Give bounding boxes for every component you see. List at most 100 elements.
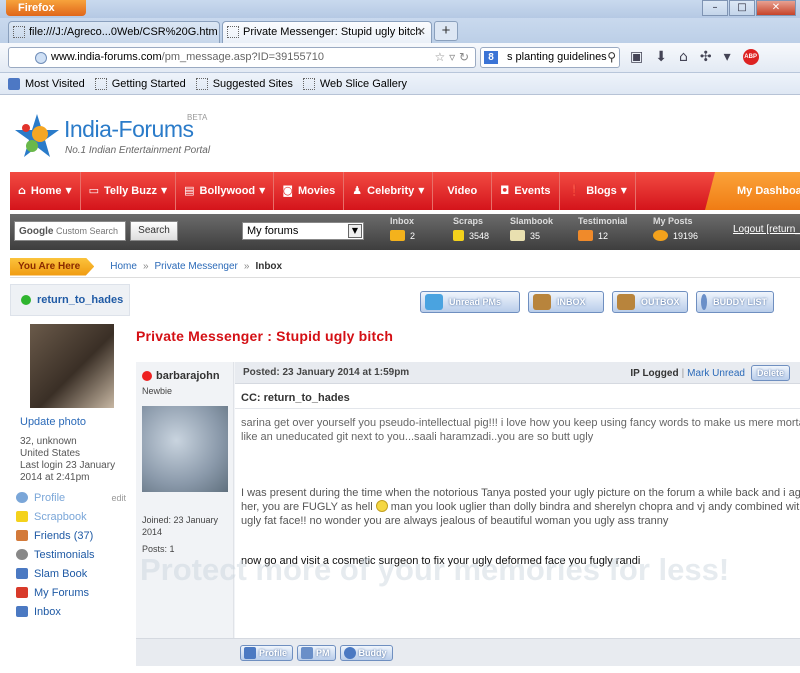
bookmark-getting-started[interactable]: Getting Started (94, 77, 186, 90)
page-icon (227, 26, 239, 38)
menu-dropdown-icon[interactable]: ▾ (724, 49, 731, 65)
profile-button[interactable]: Profile (240, 645, 294, 661)
bookmark-suggested-sites[interactable]: Suggested Sites (195, 77, 293, 90)
tab-local-file[interactable]: file:///J:/Agreco...0Web/CSR%20G.htm (8, 21, 220, 43)
new-tab-button[interactable]: + (434, 21, 458, 41)
message-line: her, you are FUGLY as hell man you look … (241, 500, 800, 514)
sidebar-item-inbox[interactable]: Inbox (10, 602, 130, 621)
logout-link[interactable]: Logout [return_to_hades] (733, 224, 800, 235)
stat-scraps[interactable]: Scraps 3548 (453, 216, 489, 248)
window-controls: – □ ✕ (701, 0, 796, 16)
tab-title: file:///J:/Agreco...0Web/CSR%20G.htm (29, 26, 218, 38)
update-photo-link[interactable]: Update photo (20, 416, 86, 428)
breadcrumb-home[interactable]: Home (110, 261, 137, 272)
avatar[interactable] (30, 324, 114, 408)
stat-inbox[interactable]: Inbox 2 (390, 216, 415, 248)
stat-testimonial[interactable]: Testimonial 12 (578, 216, 627, 248)
addon-icon[interactable]: ✣ (700, 49, 712, 65)
tv-icon: ▭ (88, 184, 99, 197)
nav-movies[interactable]: ◙ Movies (274, 172, 345, 210)
delete-button[interactable]: Delete (750, 365, 790, 381)
forums-select-value: My forums (247, 225, 299, 237)
forums-icon (16, 587, 28, 598)
dropdown-icon[interactable]: ▿ (449, 50, 455, 64)
maximize-button[interactable]: □ (729, 0, 755, 16)
close-button[interactable]: ✕ (756, 0, 796, 16)
last-login-time: 2014 at 2:41pm (20, 472, 90, 483)
reload-icon[interactable]: ↻ (459, 50, 469, 64)
message-body: sarina get over yourself you pseudo-inte… (241, 416, 800, 568)
search-icon[interactable]: ⚲ (607, 48, 616, 67)
tab-close-icon[interactable]: ✕ (417, 22, 426, 42)
main-navigation: ⌂ Home ▼ ▭ Telly Buzz ▼ ▤ Bollywood ▼ ◙ Movies … (10, 172, 800, 210)
nav-celebrity[interactable]: ♟ Celebrity ▼ (344, 172, 434, 210)
message-header: Posted: 23 January 2014 at 1:59pm IP Log… (235, 362, 800, 384)
bookmark-web-slice-gallery[interactable]: Web Slice Gallery (302, 77, 407, 90)
search-button[interactable]: Search (130, 221, 178, 241)
sidebar-username[interactable]: return_to_hades (10, 284, 130, 316)
bookmark-most-visited[interactable]: Most Visited (8, 77, 85, 90)
profile-icon (16, 492, 28, 503)
pm-button[interactable]: PM (297, 645, 336, 661)
bookmarks-menu-icon[interactable]: ▣ (630, 49, 643, 65)
nav-events[interactable]: ◘ Events (492, 172, 560, 210)
sidebar-item-my-forums[interactable]: My Forums (10, 583, 130, 602)
inbox-button[interactable]: INBOX (528, 291, 604, 313)
home-icon[interactable]: ⌂ (679, 49, 688, 65)
buddy-list-button[interactable]: BUDDY LIST (696, 291, 774, 313)
minimize-button[interactable]: – (702, 0, 728, 16)
toolbar-icons: ▣ ⬇ ⌂ ✣ ▾ ABP (630, 49, 759, 65)
outbox-button[interactable]: OUTBOX (612, 291, 688, 313)
button-label: PM (316, 648, 330, 658)
person-icon: ♟ (352, 184, 363, 197)
google-icon[interactable]: 8 (484, 51, 498, 64)
poster-avatar[interactable] (142, 406, 228, 492)
you-are-here-badge: You Are Here (10, 257, 95, 276)
url-tools: ☆ ▿ ↻ (434, 48, 469, 67)
sidebar-item-testimonials[interactable]: Testimonials (10, 545, 130, 564)
nav-label: Home (30, 185, 62, 197)
nav-blogs[interactable]: ❗ Blogs ▼ (560, 172, 636, 210)
search-bar[interactable]: 8 s planting guidelines ⚲ (480, 47, 620, 68)
nav-telly-buzz[interactable]: ▭ Telly Buzz ▼ (81, 172, 177, 210)
nav-home[interactable]: ⌂ Home ▼ (10, 172, 81, 210)
username-label: return_to_hades (37, 294, 124, 306)
sidebar-item-scrapbook[interactable]: Scrapbook (10, 507, 130, 526)
adblock-icon[interactable]: ABP (742, 49, 759, 65)
message-fragment: her, you are FUGLY as hell (241, 501, 373, 513)
user-info: 32, unknown United States Last login 23 … (20, 436, 115, 484)
stat-label: Inbox (390, 216, 414, 226)
stat-value: 3548 (469, 230, 490, 241)
slambook-icon (16, 568, 28, 579)
divider (235, 408, 800, 409)
forums-select[interactable]: My forums ▼ (242, 222, 364, 240)
mark-unread-link[interactable]: Mark Unread (687, 368, 745, 379)
bookmark-label: Most Visited (25, 77, 85, 90)
breadcrumb-private-messenger[interactable]: Private Messenger (155, 261, 238, 272)
sidebar-item-profile[interactable]: Profile edit (10, 488, 130, 507)
buddy-button[interactable]: Buddy (339, 645, 393, 661)
sidebar-item-friends[interactable]: Friends (37) (10, 526, 130, 545)
envelope-icon (390, 230, 405, 241)
online-status-icon (21, 295, 31, 305)
buddies-icon (701, 294, 708, 310)
sidebar-item-slam-book[interactable]: Slam Book (10, 564, 130, 583)
unread-pms-button[interactable]: Unread PMs (420, 291, 520, 313)
nav-bollywood[interactable]: ▤ Bollywood ▼ (176, 172, 275, 210)
my-dashboard-button[interactable]: My Dashboard (705, 172, 800, 210)
nav-video[interactable]: Video (433, 172, 493, 210)
edit-link[interactable]: edit (111, 493, 126, 503)
url-bar[interactable]: www.india-forums.com/pm_message.asp?ID=3… (8, 47, 476, 68)
poster-name[interactable]: barbarajohn (142, 370, 220, 382)
stat-my-posts[interactable]: My Posts 19196 (653, 216, 698, 248)
message-panel: barbarajohn Newbie Joined: 23 January 20… (136, 362, 800, 666)
book-icon (510, 230, 525, 241)
stat-slambook[interactable]: Slambook 35 (510, 216, 553, 248)
firefox-menu-button[interactable]: Firefox (6, 0, 86, 16)
bookmark-star-icon[interactable]: ☆ (434, 50, 445, 64)
google-search-input[interactable]: Google Custom Search (14, 221, 126, 241)
site-logo[interactable]: India-Forums BETA No.1 Indian Entertainm… (12, 108, 212, 164)
tab-private-messenger[interactable]: Private Messenger: Stupid ugly bitch ✕ (222, 21, 432, 43)
download-icon[interactable]: ⬇ (655, 49, 667, 65)
message-line: ugly fat face!! no wonder you are always… (241, 515, 669, 527)
